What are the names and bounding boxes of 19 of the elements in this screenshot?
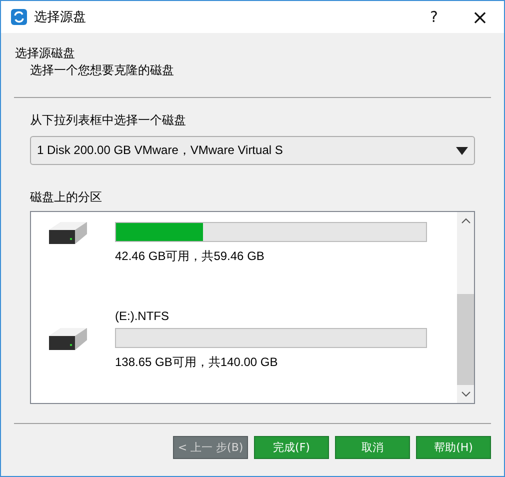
close-button[interactable]: × <box>456 1 504 33</box>
page-heading: 选择源磁盘 <box>15 45 76 62</box>
usage-text: 138.65 GB可用，共140.00 GB <box>115 354 279 370</box>
partition-name: (E:).NTFS <box>115 308 170 324</box>
scroll-up-icon[interactable] <box>460 218 470 224</box>
app-logo-icon <box>11 9 27 25</box>
partitions-label: 磁盘上的分区 <box>30 189 103 205</box>
window-title: 选择源盘 <box>34 9 87 26</box>
usage-text: 42.46 GB可用，共59.46 GB <box>115 248 266 264</box>
dialog-button[interactable]: 取消 <box>335 436 410 459</box>
help-button[interactable]: ? <box>412 1 456 33</box>
dialog-button[interactable]: 帮助(H) <box>416 436 491 459</box>
page-subtitle: 选择一个您想要克隆的磁盘 <box>29 62 175 79</box>
scroll-down-icon[interactable] <box>460 391 470 397</box>
dialog-button[interactable]: 完成(F) <box>254 436 329 459</box>
disk-dropdown[interactable]: 1 Disk 200.00 GB VMware，VMware Virtual S <box>30 136 475 165</box>
disk-select-label: 从下拉列表框中选择一个磁盘 <box>30 112 187 128</box>
caret-icon <box>456 146 468 154</box>
scrollbar[interactable] <box>457 212 474 403</box>
